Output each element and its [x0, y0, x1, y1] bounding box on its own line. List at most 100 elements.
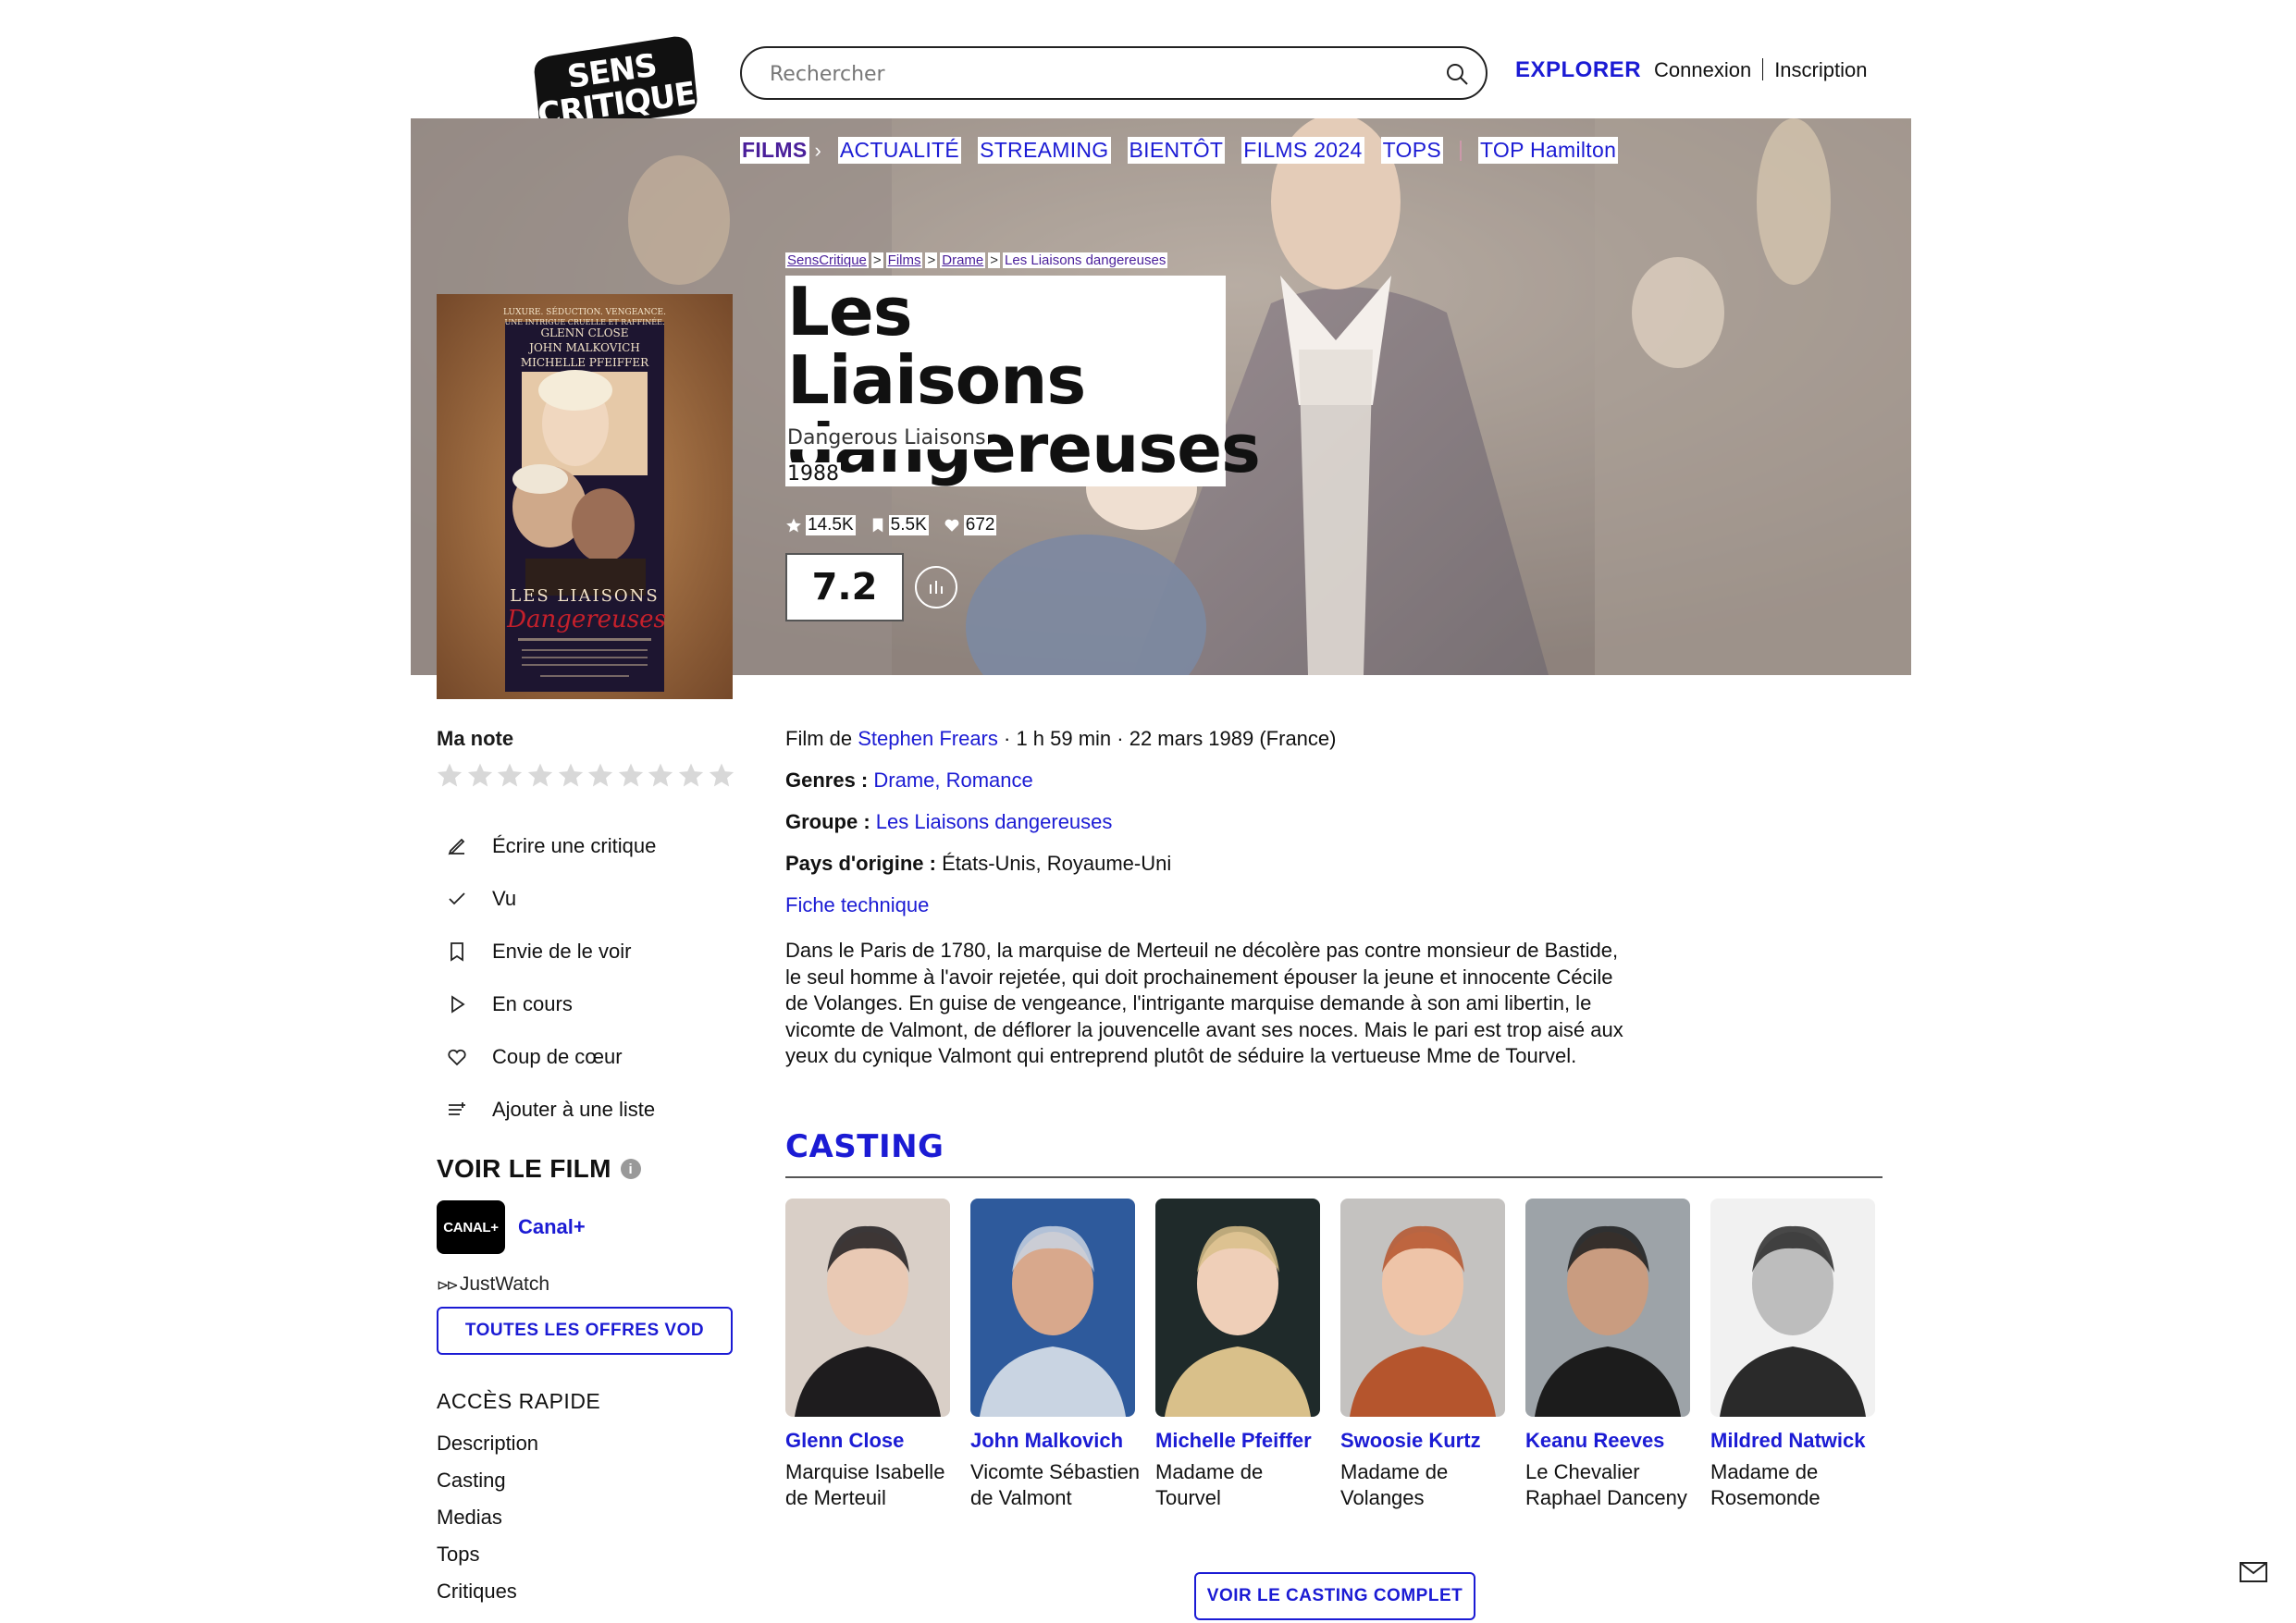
provider-canalplus[interactable]: CANAL+ Canal+	[437, 1200, 586, 1254]
info-icon[interactable]: i	[620, 1159, 641, 1179]
menu-item-actualite[interactable]: ACTUALITÉ	[837, 137, 962, 164]
mail-icon[interactable]	[2239, 1561, 2268, 1583]
breadcrumb-films[interactable]: Films	[885, 252, 923, 268]
justwatch-label: JustWatch	[459, 1273, 550, 1295]
ratings-count: 14.5K	[806, 515, 856, 535]
quick-access-item[interactable]: Casting	[437, 1467, 538, 1504]
auth-links: Connexion Inscription	[1654, 58, 1867, 82]
canalplus-logo: CANAL+	[437, 1200, 505, 1254]
rating-star[interactable]	[465, 760, 496, 790]
action-check[interactable]: Vu	[442, 872, 656, 925]
action-heart[interactable]: Coup de cœur	[442, 1030, 656, 1083]
justwatch-logo: ⊳⊳ JustWatch	[437, 1273, 549, 1296]
pays-line: Pays d'origine : États-Unis, Royaume-Uni	[785, 852, 1171, 876]
action-play[interactable]: En cours	[442, 977, 656, 1030]
breadcrumb-senscritique[interactable]: SensCritique	[785, 252, 869, 268]
rating-star[interactable]	[706, 760, 736, 790]
actor-name[interactable]: Michelle Pfeiffer	[1155, 1428, 1327, 1454]
menu-item-streaming[interactable]: STREAMING	[978, 137, 1111, 164]
quick-access-item[interactable]: Medias	[437, 1504, 538, 1541]
star-icon	[786, 518, 801, 533]
menu-item-bientot[interactable]: BIENTÔT	[1127, 137, 1226, 164]
actor-photo[interactable]	[1525, 1199, 1690, 1417]
actor-name[interactable]: Glenn Close	[785, 1428, 957, 1454]
search-input[interactable]	[770, 59, 1417, 89]
quick-access-item[interactable]: Description	[437, 1430, 538, 1467]
action-list-add[interactable]: Ajouter à une liste	[442, 1083, 656, 1136]
rating-star[interactable]	[676, 760, 707, 790]
groupe-label: Groupe :	[785, 810, 876, 833]
rating-star[interactable]	[586, 760, 616, 790]
quick-access-heading: ACCÈS RAPIDE	[437, 1389, 601, 1413]
actor-photo[interactable]	[1710, 1199, 1875, 1417]
rating-star[interactable]	[616, 760, 647, 790]
pencil-icon	[442, 831, 472, 861]
full-casting-button[interactable]: VOIR LE CASTING COMPLET	[1194, 1572, 1475, 1620]
breadcrumb-separator: >	[925, 252, 938, 268]
star-icon	[527, 763, 553, 787]
vod-offers-button[interactable]: TOUTES LES OFFRES VOD	[437, 1307, 733, 1355]
login-link[interactable]: Connexion	[1654, 58, 1751, 81]
rating-star[interactable]	[646, 760, 676, 790]
rating-star[interactable]	[555, 760, 586, 790]
actor-photo[interactable]	[1340, 1199, 1505, 1417]
search-icon[interactable]	[1445, 62, 1469, 86]
star-icon	[709, 763, 734, 787]
wishes-count: 5.5K	[888, 515, 929, 535]
director-link[interactable]: Stephen Frears	[858, 727, 998, 750]
actor-photo[interactable]	[785, 1199, 950, 1417]
wishes-stat: 5.5K	[870, 515, 929, 535]
action-label: En cours	[492, 991, 573, 1015]
action-label: Vu	[492, 886, 517, 910]
explorer-link[interactable]: EXPLORER	[1515, 57, 1641, 83]
cast-member[interactable]: John Malkovich Vicomte Sébastien de Valmo…	[970, 1199, 1155, 1511]
cast-member[interactable]: Mildred Natwick Madame de Rosemonde	[1710, 1199, 1895, 1511]
groupe-link[interactable]: Les Liaisons dangereuses	[876, 810, 1113, 833]
provider-name[interactable]: Canal+	[518, 1215, 586, 1239]
cast-member[interactable]: Michelle Pfeiffer Madame de Tourvel	[1155, 1199, 1340, 1511]
cast-member[interactable]: Swoosie Kurtz Madame de Volanges	[1340, 1199, 1525, 1511]
genres-line: Genres : Drame, Romance	[785, 768, 1033, 793]
breadcrumb-drame[interactable]: Drame	[940, 252, 986, 268]
menu-item-films[interactable]: FILMS	[740, 137, 809, 164]
action-bookmark[interactable]: Envie de le voir	[442, 925, 656, 977]
fiche-technique-link[interactable]: Fiche technique	[785, 893, 929, 917]
poster-title-line-1: LES LIAISONS	[510, 586, 660, 606]
actor-name[interactable]: Keanu Reeves	[1525, 1428, 1697, 1454]
quick-access-item[interactable]: Critiques	[437, 1578, 538, 1615]
star-icon	[648, 763, 673, 787]
cast-member[interactable]: Keanu Reeves Le Chevalier Raphael Danceny	[1525, 1199, 1710, 1511]
play-icon	[442, 990, 472, 1019]
poster-actor-1: GLENN CLOSE	[540, 326, 628, 339]
release-year: 1988	[785, 462, 841, 486]
rating-star[interactable]	[435, 760, 465, 790]
film-de-prefix: Film de	[785, 727, 858, 750]
rating-star[interactable]	[495, 760, 525, 790]
search-bar[interactable]	[740, 46, 1487, 100]
actor-photo[interactable]	[970, 1199, 1135, 1417]
actor-role: Madame de Rosemonde	[1710, 1460, 1821, 1509]
signup-link[interactable]: Inscription	[1774, 58, 1867, 81]
bar-chart-icon	[930, 581, 943, 594]
chevron-right-icon: ›	[814, 138, 821, 162]
actor-name[interactable]: Mildred Natwick	[1710, 1428, 1882, 1454]
quick-access-list: Description Casting Medias Tops Critiques	[437, 1430, 538, 1615]
menu-item-tops[interactable]: TOPS	[1380, 137, 1443, 164]
actor-role: Marquise Isabelle de Merteuil	[785, 1460, 945, 1509]
rating-star[interactable]	[525, 760, 556, 790]
actor-name[interactable]: Swoosie Kurtz	[1340, 1428, 1512, 1454]
film-stats: 14.5K 5.5K 672	[785, 515, 1011, 535]
actor-name[interactable]: John Malkovich	[970, 1428, 1142, 1454]
action-pencil[interactable]: Écrire une critique	[442, 819, 656, 872]
menu-item-top-hamilton[interactable]: TOP Hamilton	[1477, 137, 1619, 164]
actor-photo[interactable]	[1155, 1199, 1320, 1417]
poster-tagline-2: UNE INTRIGUE CRUELLE ET RAFFINÉE.	[504, 318, 664, 326]
menu-item-films-2024[interactable]: FILMS 2024	[1241, 137, 1364, 164]
cast-member[interactable]: Glenn Close Marquise Isabelle de Merteuil	[785, 1199, 970, 1511]
genres-links[interactable]: Drame, Romance	[873, 768, 1032, 792]
star-icon	[467, 763, 493, 787]
film-poster[interactable]: LUXURE. SÉDUCTION. VENGEANCE. UNE INTRIG…	[437, 294, 733, 699]
quick-access-item[interactable]: Tops	[437, 1541, 538, 1578]
action-label: Coup de cœur	[492, 1044, 623, 1068]
rating-distribution-button[interactable]	[915, 566, 957, 609]
